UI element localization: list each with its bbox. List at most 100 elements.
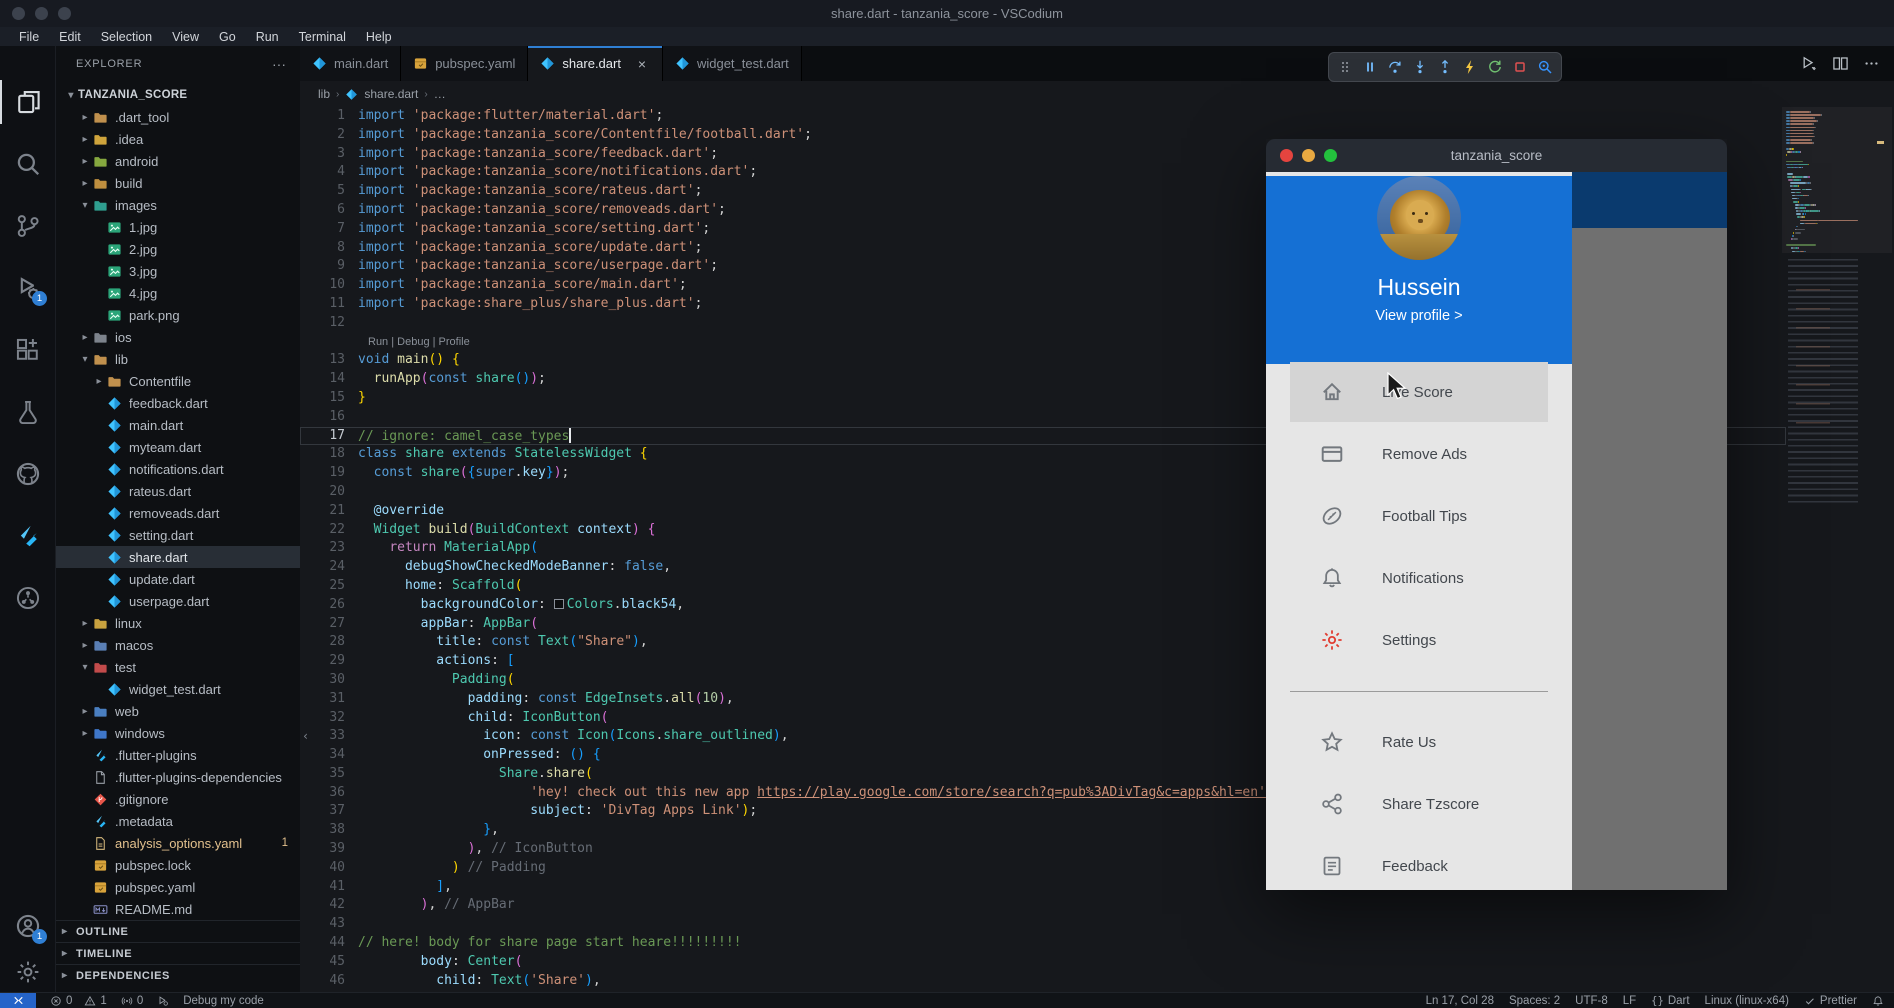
section-timeline[interactable]: ▸ TIMELINE [56, 942, 300, 964]
avatar[interactable] [1377, 176, 1461, 260]
drag-grip-button[interactable] [1334, 55, 1356, 79]
activity-ext[interactable] [0, 328, 56, 372]
menu-help[interactable]: Help [357, 29, 401, 45]
tree-item-linux[interactable]: ▸ linux [56, 612, 300, 634]
tree-item-rateus-dart[interactable]: rateus.dart [56, 480, 300, 502]
tree-item-removeads-dart[interactable]: removeads.dart [56, 502, 300, 524]
step-out-button[interactable] [1434, 55, 1456, 79]
menu-go[interactable]: Go [210, 29, 245, 45]
launch-config[interactable]: Debug my code [183, 995, 264, 1007]
tree-item-main-dart[interactable]: main.dart [56, 414, 300, 436]
split-editor[interactable] [1832, 55, 1849, 72]
remote-indicator[interactable] [0, 992, 36, 1008]
tab-main-dart[interactable]: main.dart [300, 46, 402, 81]
minimap[interactable] [1782, 107, 1892, 992]
cursor-position[interactable]: Ln 17, Col 28 [1426, 995, 1494, 1007]
drawer-item-remove-ads[interactable]: Remove Ads [1290, 424, 1548, 484]
prettier[interactable]: Prettier [1804, 995, 1857, 1007]
tab-pubspec-yaml[interactable]: pubspec.yaml [401, 46, 529, 81]
activity-search[interactable] [0, 142, 56, 186]
encoding[interactable]: UTF-8 [1575, 995, 1608, 1007]
tree-item-3-jpg[interactable]: 3.jpg [56, 260, 300, 282]
activity-graph[interactable] [0, 576, 56, 620]
menu-view[interactable]: View [163, 29, 208, 45]
tree-item-build[interactable]: ▸ build [56, 172, 300, 194]
app-close-icon[interactable] [1280, 149, 1293, 162]
tree-item-android[interactable]: ▸ android [56, 150, 300, 172]
tree-item-images[interactable]: ▾ images [56, 194, 300, 216]
activity-files[interactable] [0, 80, 56, 124]
menu-run[interactable]: Run [247, 29, 288, 45]
breadcrumb-file[interactable]: share.dart [364, 87, 418, 101]
tree-item-pubspec-yaml[interactable]: pubspec.yaml [56, 876, 300, 898]
tree-item-update-dart[interactable]: update.dart [56, 568, 300, 590]
activity-debug[interactable]: 1 [0, 266, 56, 310]
tree-item-setting-dart[interactable]: setting.dart [56, 524, 300, 546]
breadcrumb[interactable]: lib › share.dart ›… [300, 81, 1894, 107]
pause-button[interactable] [1359, 55, 1381, 79]
tree-item-share-dart[interactable]: share.dart [56, 546, 300, 568]
tree-item-macos[interactable]: ▸ macos [56, 634, 300, 656]
activity-gear[interactable] [0, 950, 56, 994]
tree-item-analysis-options-yaml[interactable]: analysis_options.yaml 1 [56, 832, 300, 854]
drawer-item-rate-us[interactable]: Rate Us [1290, 712, 1548, 772]
tree-item--flutter-plugins-dependencies[interactable]: .flutter-plugins-dependencies [56, 766, 300, 788]
app-maximize-icon[interactable] [1324, 149, 1337, 162]
tree-item-ios[interactable]: ▸ ios [56, 326, 300, 348]
menu-terminal[interactable]: Terminal [290, 29, 355, 45]
window-controls[interactable] [12, 7, 71, 20]
more-actions[interactable] [1863, 55, 1880, 72]
tree-item--dart-tool[interactable]: ▸ .dart_tool [56, 106, 300, 128]
close-tab-icon[interactable]: × [634, 56, 650, 72]
drawer-header[interactable]: Hussein View profile > [1266, 176, 1572, 364]
drawer-item-notifications[interactable]: Notifications [1290, 548, 1548, 608]
os[interactable]: Linux (linux-x64) [1705, 995, 1789, 1007]
tree-item-web[interactable]: ▸ web [56, 700, 300, 722]
widget-inspector-button[interactable] [1534, 55, 1556, 79]
app-window-controls[interactable] [1280, 149, 1337, 162]
section-outline[interactable]: ▸ OUTLINE [56, 920, 300, 942]
activity-beaker[interactable] [0, 390, 56, 434]
menu-selection[interactable]: Selection [92, 29, 161, 45]
drawer-item-live-score[interactable]: Live Score [1290, 362, 1548, 422]
menu-edit[interactable]: Edit [50, 29, 90, 45]
stop-button[interactable] [1509, 55, 1531, 79]
restart-button[interactable] [1484, 55, 1506, 79]
step-over-button[interactable] [1384, 55, 1406, 79]
hot-reload-button[interactable] [1459, 55, 1481, 79]
tree-item-windows[interactable]: ▸ windows [56, 722, 300, 744]
tree-item--flutter-plugins[interactable]: .flutter-plugins [56, 744, 300, 766]
explorer-more-actions-icon[interactable]: ··· [272, 56, 286, 72]
step-into-button[interactable] [1409, 55, 1431, 79]
tree-item-feedback-dart[interactable]: feedback.dart [56, 392, 300, 414]
view-profile-link[interactable]: View profile > [1266, 308, 1572, 324]
breadcrumb-folder[interactable]: lib [318, 87, 330, 101]
drawer-item-football-tips[interactable]: Football Tips [1290, 486, 1548, 546]
tree-item-test[interactable]: ▾ test [56, 656, 300, 678]
tree-item-myteam-dart[interactable]: myteam.dart [56, 436, 300, 458]
minimize-window-icon[interactable] [35, 7, 48, 20]
menu-file[interactable]: File [10, 29, 48, 45]
problems[interactable]: 01 [50, 995, 107, 1007]
activity-github[interactable] [0, 452, 56, 496]
tree-item-lib[interactable]: ▾ lib [56, 348, 300, 370]
maximize-window-icon[interactable] [58, 7, 71, 20]
tree-item-readme-md[interactable]: README.md [56, 898, 300, 920]
breadcrumb-symbol[interactable]: … [434, 87, 446, 101]
tree-item-2-jpg[interactable]: 2.jpg [56, 238, 300, 260]
tree-item-tanzania-score[interactable]: ▾ TANZANIA_SCORE [56, 84, 300, 106]
activity-git[interactable] [0, 204, 56, 248]
drawer-item-feedback[interactable]: Feedback [1290, 836, 1548, 890]
notifications[interactable] [1872, 995, 1884, 1007]
close-window-icon[interactable] [12, 7, 25, 20]
section-dependencies[interactable]: ▸ DEPENDENCIES [56, 964, 300, 986]
tree-item--metadata[interactable]: .metadata [56, 810, 300, 832]
drawer-item-share-tzscore[interactable]: Share Tzscore [1290, 774, 1548, 834]
debug-status[interactable] [157, 995, 169, 1007]
eol[interactable]: LF [1623, 995, 1636, 1007]
tree-item-park-png[interactable]: park.png [56, 304, 300, 326]
tree-item-notifications-dart[interactable]: notifications.dart [56, 458, 300, 480]
tree-item-contentfile[interactable]: ▸ Contentfile [56, 370, 300, 392]
tab-share-dart[interactable]: share.dart × [528, 46, 663, 81]
tree-item-userpage-dart[interactable]: userpage.dart [56, 590, 300, 612]
